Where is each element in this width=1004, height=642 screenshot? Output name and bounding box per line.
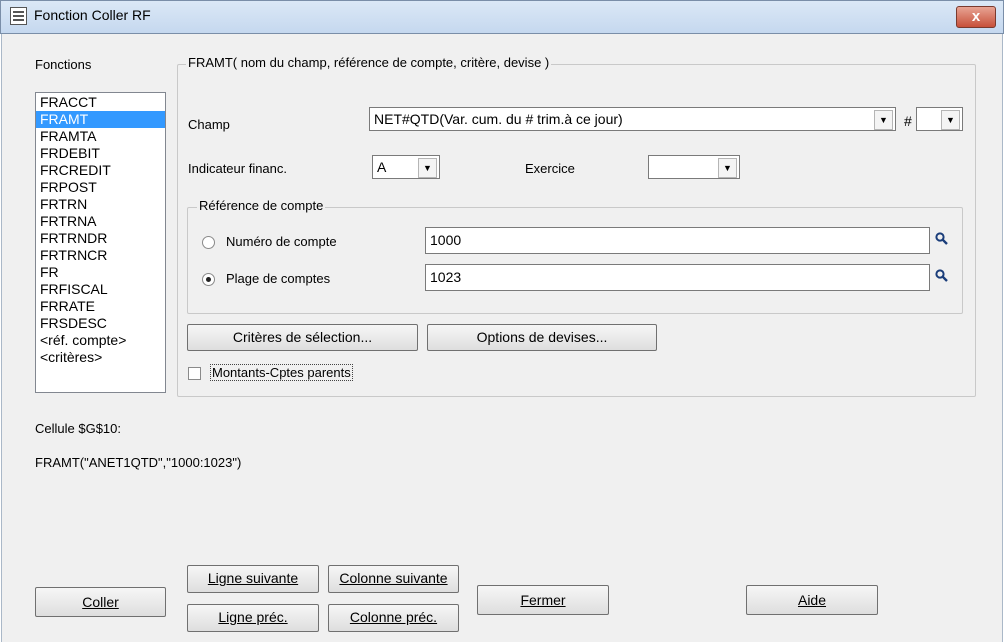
list-item[interactable]: FRTRNDR bbox=[36, 230, 165, 247]
numero-label: Numéro de compte bbox=[226, 234, 337, 249]
functions-list[interactable]: FRACCT FRAMT FRAMTA FRDEBIT FRCREDIT FRPOST FR… bbox=[35, 92, 166, 393]
ligne-prec-label: Ligne préc. bbox=[218, 609, 288, 625]
numero-input[interactable]: 1000 bbox=[425, 227, 930, 254]
list-item[interactable]: FRTRN bbox=[36, 196, 165, 213]
chevron-down-icon[interactable]: ▼ bbox=[418, 158, 437, 178]
colonne-suivante-label: Colonne suivante bbox=[339, 570, 448, 586]
cell-formula: FRAMT("ANET1QTD","1000:1023") bbox=[35, 455, 242, 470]
cell-label: Cellule $G$10: bbox=[35, 421, 121, 436]
ligne-suivante-label: Ligne suivante bbox=[207, 570, 299, 586]
functions-label: Fonctions bbox=[35, 57, 92, 72]
montants-label: Montants-Cptes parents bbox=[210, 364, 353, 381]
plage-label: Plage de comptes bbox=[226, 271, 331, 286]
list-item[interactable]: FRFISCAL bbox=[36, 281, 165, 298]
list-item[interactable]: FRACCT bbox=[36, 94, 165, 111]
champ-label: Champ bbox=[188, 117, 230, 132]
montants-checkbox[interactable] bbox=[188, 367, 201, 380]
list-item[interactable]: FR bbox=[36, 264, 165, 281]
list-item[interactable]: FRTRNCR bbox=[36, 247, 165, 264]
ligne-suivante-button[interactable]: Ligne suivante bbox=[187, 565, 319, 593]
exercice-label: Exercice bbox=[525, 161, 575, 176]
search-icon[interactable] bbox=[935, 269, 948, 285]
radio-numero-compte[interactable] bbox=[202, 236, 215, 249]
radio-plage-comptes[interactable] bbox=[202, 273, 215, 286]
indicateur-value: A bbox=[377, 159, 387, 175]
colonne-suivante-button[interactable]: Colonne suivante bbox=[328, 565, 459, 593]
close-icon: x bbox=[971, 8, 981, 25]
champ-value: NET#QTD(Var. cum. du # trim.à ce jour) bbox=[374, 111, 623, 127]
aide-button[interactable]: Aide bbox=[746, 585, 878, 615]
aide-label: Aide bbox=[797, 592, 827, 608]
chevron-down-icon[interactable]: ▼ bbox=[874, 110, 893, 130]
hash-label: # bbox=[904, 113, 912, 129]
list-item[interactable]: FRAMTA bbox=[36, 128, 165, 145]
list-item[interactable]: FRCREDIT bbox=[36, 162, 165, 179]
search-icon[interactable] bbox=[935, 232, 948, 248]
chevron-down-icon[interactable]: ▼ bbox=[941, 110, 960, 130]
close-button[interactable]: x bbox=[956, 6, 996, 28]
criteres-button[interactable]: Critères de sélection... bbox=[187, 324, 418, 351]
numero-value: 1000 bbox=[430, 232, 462, 248]
colonne-prec-button[interactable]: Colonne préc. bbox=[328, 604, 459, 632]
ligne-prec-button[interactable]: Ligne préc. bbox=[187, 604, 319, 632]
account-ref-legend: Référence de compte bbox=[197, 198, 326, 213]
plage-input[interactable]: 1023 bbox=[425, 264, 930, 291]
list-item[interactable]: FRAMT bbox=[36, 111, 165, 128]
list-item[interactable]: FRPOST bbox=[36, 179, 165, 196]
list-item[interactable]: FRTRNA bbox=[36, 213, 165, 230]
formula-group-legend: FRAMT( nom du champ, référence de compte… bbox=[186, 55, 552, 70]
plage-value: 1023 bbox=[430, 269, 462, 285]
fermer-label: Fermer bbox=[520, 592, 566, 608]
indicateur-label: Indicateur financ. bbox=[188, 161, 288, 176]
indicateur-combo[interactable]: A ▼ bbox=[372, 155, 440, 179]
window-title: Fonction Coller RF bbox=[34, 7, 151, 23]
list-item[interactable]: <critères> bbox=[36, 349, 165, 366]
colonne-prec-label: Colonne préc. bbox=[349, 609, 438, 625]
champ-combo[interactable]: NET#QTD(Var. cum. du # trim.à ce jour) ▼ bbox=[369, 107, 896, 131]
chevron-down-icon[interactable]: ▼ bbox=[718, 158, 737, 178]
list-item[interactable]: FRSDESC bbox=[36, 315, 165, 332]
account-ref-group bbox=[187, 207, 963, 314]
fermer-button[interactable]: Fermer bbox=[477, 585, 609, 615]
exercice-combo[interactable]: ▼ bbox=[648, 155, 740, 179]
devises-button[interactable]: Options de devises... bbox=[427, 324, 657, 351]
list-item[interactable]: FRDEBIT bbox=[36, 145, 165, 162]
list-item[interactable]: <réf. compte> bbox=[36, 332, 165, 349]
hash-combo[interactable]: ▼ bbox=[916, 107, 963, 131]
coller-label: Coller bbox=[82, 594, 119, 610]
coller-button[interactable]: Coller bbox=[35, 587, 166, 617]
list-item[interactable]: FRRATE bbox=[36, 298, 165, 315]
app-icon bbox=[10, 7, 27, 25]
